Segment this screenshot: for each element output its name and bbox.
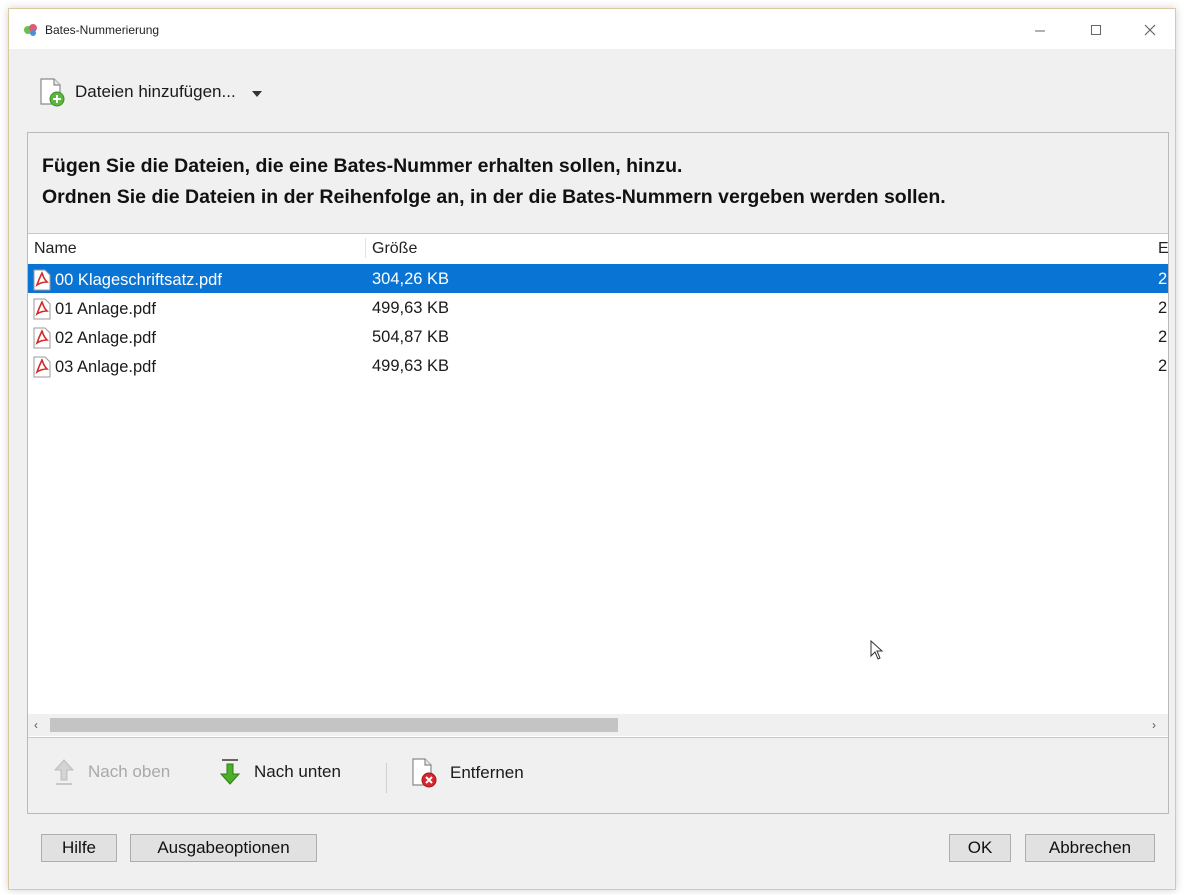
move-down-label: Nach unten — [254, 762, 341, 781]
title-bar: Bates-Nummerierung — [9, 9, 1175, 49]
file-name: 02 Anlage.pdf — [55, 328, 156, 347]
file-name-cell: 02 Anlage.pdf — [31, 327, 156, 349]
column-header-size[interactable]: Größe — [372, 240, 417, 258]
table-row[interactable]: 00 Klageschriftsatz.pdf 304,26 KB 2 — [28, 264, 1168, 293]
ok-button[interactable]: OK — [949, 834, 1011, 862]
file-name-cell: 01 Anlage.pdf — [31, 298, 156, 320]
pdf-file-icon — [33, 356, 51, 378]
column-header-name[interactable]: Name — [34, 240, 77, 258]
toolbar-separator — [386, 763, 387, 793]
file-size: 499,63 KB — [372, 299, 450, 317]
file-size: 504,87 KB — [372, 328, 450, 346]
files-panel: Fügen Sie die Dateien, die eine Bates-Nu… — [27, 132, 1169, 814]
scrollbar-thumb[interactable] — [50, 718, 618, 732]
add-file-icon — [40, 78, 65, 107]
output-options-button[interactable]: Ausgabeoptionen — [130, 834, 317, 862]
close-icon — [1144, 24, 1156, 36]
add-files-label: Dateien hinzufügen... — [75, 82, 236, 101]
remove-label: Entfernen — [450, 763, 524, 782]
move-up-button[interactable]: Nach oben — [52, 757, 170, 787]
minimize-button[interactable] — [1025, 19, 1055, 41]
column-separator[interactable] — [365, 238, 366, 258]
file-size: 499,63 KB — [372, 357, 450, 375]
scroll-right-icon[interactable]: › — [1152, 718, 1156, 732]
arrow-down-icon — [219, 759, 241, 785]
file-extra: 2 — [1158, 357, 1168, 375]
file-extra: 2 — [1158, 299, 1168, 317]
close-button[interactable] — [1135, 19, 1165, 41]
maximize-icon — [1091, 25, 1101, 35]
help-button[interactable]: Hilfe — [41, 834, 117, 862]
move-down-button[interactable]: Nach unten — [218, 757, 341, 787]
file-name-cell: 03 Anlage.pdf — [31, 356, 156, 378]
cancel-button[interactable]: Abbrechen — [1025, 834, 1155, 862]
instructions: Fügen Sie die Dateien, die eine Bates-Nu… — [42, 151, 946, 213]
pdf-file-icon — [33, 269, 51, 291]
mouse-pointer-icon — [870, 640, 884, 660]
horizontal-scrollbar[interactable]: ‹ › — [28, 714, 1168, 736]
file-extra: 2 — [1158, 328, 1168, 346]
pdf-file-icon — [33, 327, 51, 349]
instruction-line-1: Fügen Sie die Dateien, die eine Bates-Nu… — [42, 155, 683, 177]
remove-file-icon — [412, 758, 437, 788]
file-name: 00 Klageschriftsatz.pdf — [55, 270, 222, 289]
file-name: 01 Anlage.pdf — [55, 299, 156, 318]
column-header-more[interactable]: E — [1158, 240, 1168, 258]
window-title: Bates-Nummerierung — [45, 23, 160, 37]
move-up-label: Nach oben — [88, 762, 171, 781]
dropdown-caret-icon[interactable] — [251, 90, 262, 97]
file-size: 304,26 KB — [372, 270, 450, 288]
add-files-button[interactable]: Dateien hinzufügen... — [37, 75, 262, 109]
bates-dialog: Bates-Nummerierung Dateien hinzufügen...… — [8, 8, 1176, 890]
app-icon — [24, 24, 37, 36]
instruction-line-2: Ordnen Sie die Dateien in der Reihenfolg… — [42, 186, 946, 208]
file-extra: 2 — [1158, 270, 1168, 288]
minimize-icon — [1035, 30, 1045, 32]
file-name: 03 Anlage.pdf — [55, 357, 156, 376]
table-row[interactable]: 03 Anlage.pdf 499,63 KB 2 — [28, 351, 1168, 380]
file-list[interactable]: Name Größe E 00 Klageschriftsatz.pdf 304… — [28, 233, 1168, 738]
scroll-left-icon[interactable]: ‹ — [34, 718, 38, 732]
maximize-button[interactable] — [1081, 19, 1111, 41]
table-row[interactable]: 01 Anlage.pdf 499,63 KB 2 — [28, 293, 1168, 322]
table-row[interactable]: 02 Anlage.pdf 504,87 KB 2 — [28, 322, 1168, 351]
arrow-up-icon — [53, 759, 75, 785]
remove-button[interactable]: Entfernen — [410, 757, 524, 789]
file-name-cell: 00 Klageschriftsatz.pdf — [31, 269, 222, 291]
action-bar: Nach oben Nach unten Entfernen — [28, 745, 1168, 803]
pdf-file-icon — [33, 298, 51, 320]
list-header: Name Größe E — [28, 234, 1168, 262]
